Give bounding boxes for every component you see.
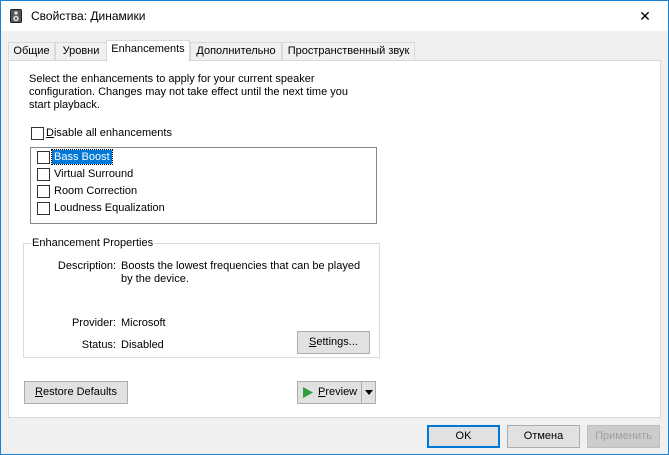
description-value: Boosts the lowest frequencies that can b… bbox=[121, 260, 361, 285]
speaker-icon bbox=[10, 9, 22, 23]
close-button[interactable]: ✕ bbox=[622, 1, 668, 31]
tab-spatial-sound[interactable]: Пространственный звук bbox=[282, 42, 415, 61]
preview-dropdown-button[interactable] bbox=[361, 381, 376, 404]
enhancements-list[interactable]: Bass Boost Virtual Surround Room Correct… bbox=[30, 147, 377, 224]
tab-general[interactable]: Общие bbox=[8, 42, 55, 61]
provider-value: Microsoft bbox=[121, 317, 166, 329]
list-item-label: Room Correction bbox=[54, 185, 138, 197]
checkbox-box[interactable] bbox=[37, 168, 50, 181]
play-icon bbox=[303, 387, 313, 398]
preview-button[interactable]: Preview bbox=[297, 381, 362, 404]
list-item-label: Loudness Equalization bbox=[54, 202, 165, 214]
checkbox-box[interactable] bbox=[37, 151, 50, 164]
status-value: Disabled bbox=[121, 339, 164, 351]
close-icon: ✕ bbox=[639, 7, 651, 24]
cancel-button[interactable]: Отмена bbox=[507, 425, 580, 448]
title-bar[interactable]: Свойства: Динамики ✕ bbox=[1, 1, 668, 31]
preview-split-button[interactable]: Preview bbox=[297, 381, 376, 404]
provider-label: Provider: bbox=[71, 317, 116, 329]
enhancements-description: Select the enhancements to apply for you… bbox=[29, 73, 348, 111]
disable-all-label[interactable]: Disable all enhancements bbox=[46, 127, 172, 139]
list-item-label: Bass Boost bbox=[51, 149, 113, 165]
status-label: Status: bbox=[81, 339, 116, 351]
enhancements-panel: Select the enhancements to apply for you… bbox=[8, 60, 661, 418]
description-label: Description: bbox=[57, 260, 116, 272]
tab-enhancements[interactable]: Enhancements bbox=[106, 40, 190, 62]
enhancement-properties-group: Enhancement Properties Description: Boos… bbox=[23, 237, 380, 358]
restore-defaults-button[interactable]: Restore Defaults bbox=[24, 381, 128, 404]
window-title: Свойства: Динамики bbox=[31, 9, 146, 23]
properties-window: Свойства: Динамики ✕ Общие Уровни Enhanc… bbox=[0, 0, 669, 455]
checkbox-box[interactable] bbox=[31, 127, 44, 140]
group-title: Enhancement Properties bbox=[31, 237, 155, 249]
checkbox-box[interactable] bbox=[37, 202, 50, 215]
chevron-down-icon bbox=[365, 390, 373, 395]
tab-levels[interactable]: Уровни bbox=[55, 42, 107, 61]
checkbox-box[interactable] bbox=[37, 185, 50, 198]
tab-advanced[interactable]: Дополнительно bbox=[190, 42, 282, 61]
settings-button[interactable]: Settings... bbox=[297, 331, 370, 354]
apply-button[interactable]: Применить bbox=[587, 425, 660, 448]
ok-button[interactable]: OK bbox=[427, 425, 500, 448]
list-item-label: Virtual Surround bbox=[54, 168, 134, 180]
